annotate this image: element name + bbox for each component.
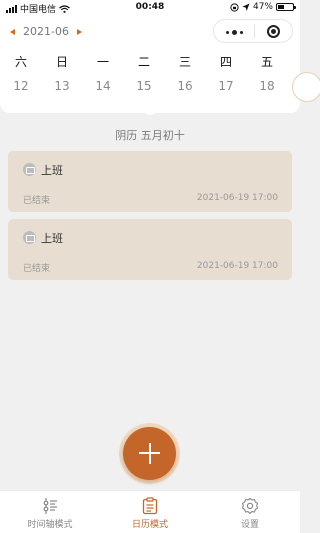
capsule-divider <box>254 25 255 38</box>
calendar-icon <box>142 497 158 515</box>
event-title: 上班 <box>41 232 63 245</box>
status-right: 47% <box>230 2 296 12</box>
weekday-label: 二 <box>137 55 150 69</box>
date-cell[interactable]: 14 <box>83 79 123 93</box>
next-month-icon[interactable] <box>76 28 82 35</box>
event-title: 上班 <box>41 164 63 177</box>
plus-icon[interactable] <box>123 427 176 480</box>
calendar-header: 2021-06 六 日 一 二 三 四 五 12 13 14 15 16 17 … <box>0 16 320 113</box>
weekday-label: 一 <box>96 55 109 69</box>
event-status: 已结束 <box>23 196 51 206</box>
mini-program-capsule <box>213 19 293 43</box>
date-row: 12 13 14 15 16 17 18 <box>1 79 301 95</box>
event-status: 已结束 <box>23 264 51 274</box>
battery-percent: 47% <box>252 2 273 12</box>
status-bar: 中国电信 00:48 47% <box>0 0 300 16</box>
tab-label: 设置 <box>240 520 259 530</box>
date-cell[interactable]: 12 <box>1 79 41 93</box>
tab-timeline[interactable]: 时间轴模式 <box>0 491 100 533</box>
lunar-date: 阴历 五月初十 <box>115 129 185 142</box>
weekday-label: 四 <box>219 55 232 69</box>
settings-icon <box>241 497 259 514</box>
tab-settings[interactable]: 设置 <box>200 491 300 533</box>
selected-date-ring[interactable] <box>292 72 320 102</box>
month-label[interactable]: 2021-06 <box>23 25 69 38</box>
more-icon[interactable] <box>226 30 243 35</box>
weekday-label: 六 <box>14 55 27 69</box>
close-mini-program-icon[interactable] <box>267 25 280 38</box>
prev-month-icon[interactable] <box>10 28 15 35</box>
lock-rotation-icon <box>230 2 239 12</box>
weekday-label: 日 <box>55 55 68 69</box>
date-cell[interactable]: 15 <box>124 79 164 93</box>
calendar-icon <box>23 231 36 244</box>
weekday-row: 六 日 一 二 三 四 五 <box>1 53 301 69</box>
tab-label: 日历模式 <box>131 520 168 530</box>
tab-bar: 时间轴模式 日历模式 设置 <box>0 490 300 533</box>
month-nav: 2021-06 <box>10 25 82 38</box>
date-cell[interactable]: 16 <box>165 79 205 93</box>
location-icon <box>242 3 250 11</box>
event-card[interactable]: 上班 已结束 2021-06-19 17:00 <box>8 219 292 280</box>
expand-handle[interactable] <box>142 106 158 115</box>
date-cell[interactable]: 18 <box>247 79 287 93</box>
event-time: 2021-06-19 17:00 <box>196 261 278 271</box>
calendar-icon <box>23 163 36 176</box>
event-card[interactable]: 上班 已结束 2021-06-19 17:00 <box>8 151 292 212</box>
weekday-label: 五 <box>260 55 273 69</box>
tab-label: 时间轴模式 <box>27 520 73 530</box>
tab-calendar[interactable]: 日历模式 <box>100 491 200 533</box>
battery-icon <box>276 3 296 11</box>
date-cell[interactable]: 17 <box>206 79 246 93</box>
add-event-button[interactable] <box>119 423 180 484</box>
event-time: 2021-06-19 17:00 <box>196 193 278 203</box>
timeline-icon <box>43 498 57 514</box>
weekday-label: 三 <box>178 55 191 69</box>
date-cell[interactable]: 13 <box>42 79 82 93</box>
